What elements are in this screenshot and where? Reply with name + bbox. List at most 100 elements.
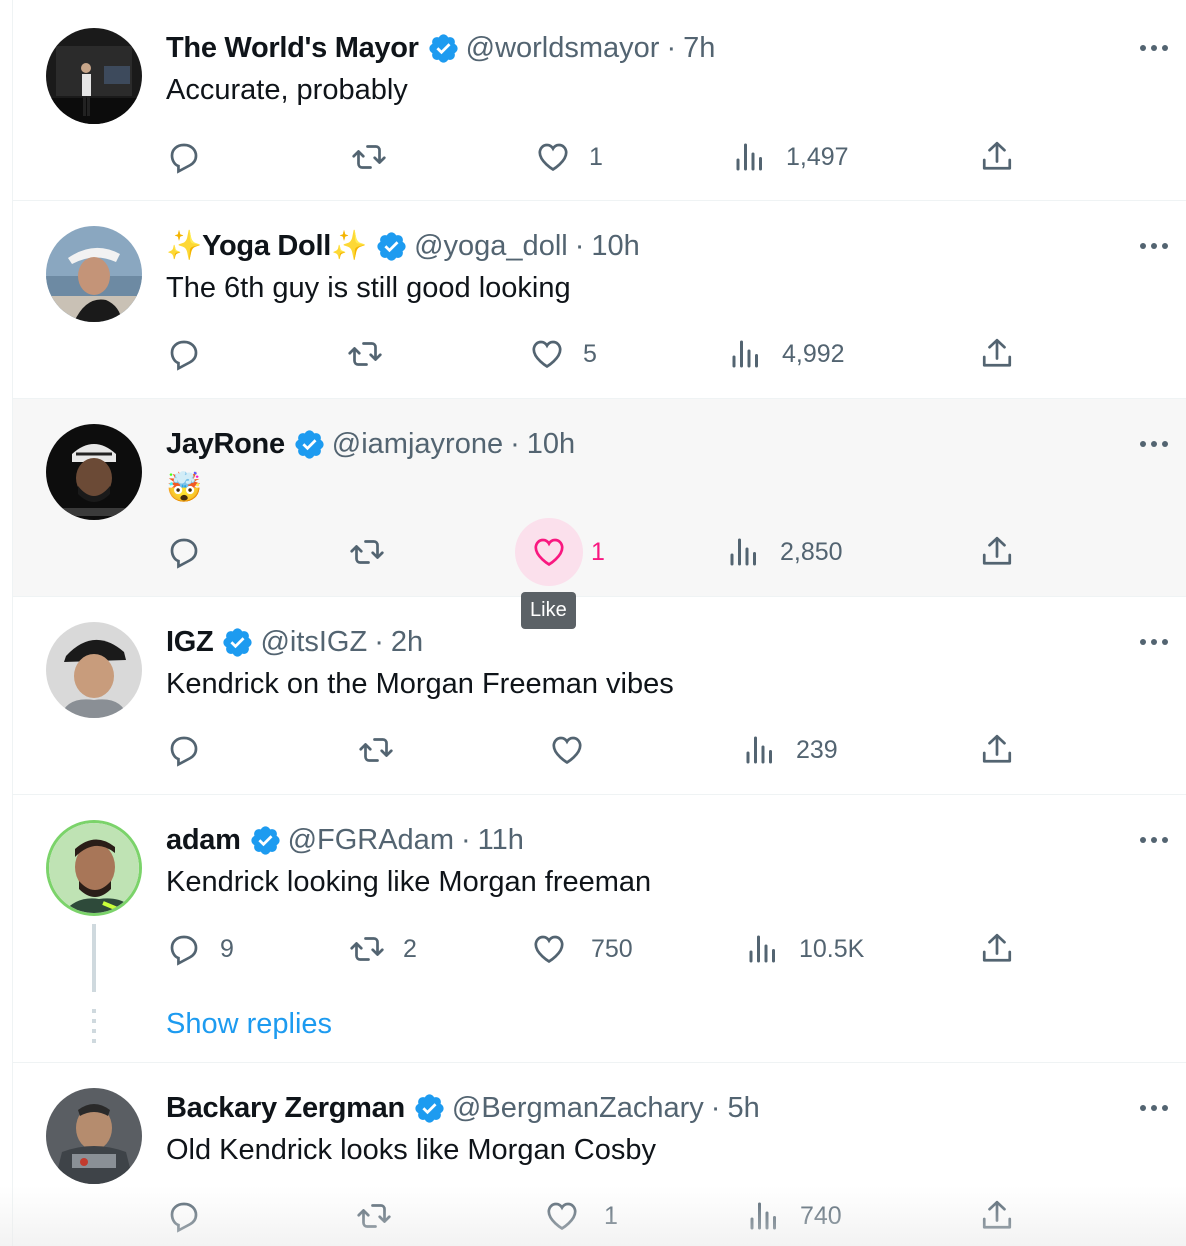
more-dots-icon[interactable] (1137, 229, 1171, 263)
timestamp[interactable]: 10h (527, 428, 575, 461)
thread-dots (92, 1009, 96, 1049)
retweet-button[interactable]: 2 (349, 929, 417, 969)
display-name[interactable]: Yoga Doll (202, 230, 331, 263)
views-button[interactable]: 2,850 (726, 532, 843, 572)
avatar[interactable] (46, 226, 142, 322)
like-count: 1 (604, 1201, 618, 1230)
separator-dot: · (374, 625, 384, 658)
retweet-icon (358, 732, 394, 768)
tweet[interactable]: IGZ @itsIGZ · 2h Kendrick on the Morgan … (13, 597, 1186, 795)
view-count: 740 (800, 1201, 842, 1230)
reply-icon (166, 139, 202, 175)
reply-icon (166, 931, 202, 967)
share-icon (979, 1198, 1015, 1234)
heart-icon (544, 1198, 580, 1234)
views-button[interactable]: 10.5K (745, 929, 864, 969)
share-icon (979, 732, 1015, 768)
heart-icon (529, 336, 565, 372)
share-button[interactable] (979, 1196, 1015, 1236)
tweet-text: Kendrick on the Morgan Freeman vibes (166, 668, 674, 700)
share-button[interactable] (979, 929, 1015, 969)
tweet[interactable]: JayRone @iamjayrone · 10h 🤯 1 2,850 (13, 399, 1186, 597)
timestamp[interactable]: 11h (478, 824, 524, 857)
display-name[interactable]: adam (166, 824, 241, 857)
user-handle[interactable]: @FGRAdam (288, 824, 454, 857)
more-dots-icon[interactable] (1137, 427, 1171, 461)
tweet[interactable]: adam @FGRAdam · 11h Kendrick looking lik… (13, 795, 1186, 1063)
retweet-icon (351, 139, 387, 175)
display-name[interactable]: JayRone (166, 428, 285, 461)
like-button[interactable]: 1 (544, 1196, 618, 1236)
verified-badge-icon (293, 428, 326, 461)
like-button[interactable]: 5 (529, 334, 597, 374)
separator-dot: · (460, 823, 471, 856)
more-dots-icon[interactable] (1137, 31, 1171, 65)
sparkle-emoji: ✨ (166, 230, 203, 262)
timestamp[interactable]: 10h (591, 230, 639, 263)
reply-button[interactable] (166, 1196, 220, 1236)
share-icon (979, 336, 1015, 372)
views-button[interactable]: 740 (746, 1196, 842, 1236)
display-name[interactable]: IGZ (166, 626, 214, 659)
retweet-button[interactable] (356, 1196, 410, 1236)
verified-badge-icon (221, 626, 254, 659)
retweet-button[interactable] (349, 532, 403, 572)
avatar[interactable] (46, 424, 142, 520)
avatar[interactable] (46, 1088, 142, 1184)
reply-button[interactable]: 9 (166, 929, 234, 969)
avatar[interactable] (46, 820, 142, 916)
user-handle[interactable]: @yoga_doll (414, 230, 568, 263)
reply-button[interactable] (166, 334, 220, 374)
tweet[interactable]: The World's Mayor @worldsmayor · 7h Accu… (13, 0, 1186, 201)
tweet[interactable]: Backary Zergman @BergmanZachary · 5h Old… (13, 1063, 1186, 1246)
like-count: 1 (589, 142, 603, 171)
more-dots-icon[interactable] (1137, 1091, 1171, 1125)
avatar[interactable] (46, 622, 142, 718)
reply-icon (166, 534, 202, 570)
like-tooltip: Like (521, 592, 576, 629)
avatar[interactable] (46, 28, 142, 124)
like-button[interactable]: 1 (535, 137, 603, 177)
more-dots-icon[interactable] (1137, 625, 1171, 659)
more-dots-icon[interactable] (1137, 823, 1171, 857)
share-button[interactable] (979, 532, 1015, 572)
retweet-icon (349, 931, 385, 967)
display-name[interactable]: Backary Zergman (166, 1092, 405, 1125)
timestamp[interactable]: 7h (683, 32, 715, 65)
tweet[interactable]: ✨ Yoga Doll ✨ @yoga_doll · 10h The 6th g… (13, 201, 1186, 399)
tweet-text: 🤯 (166, 472, 203, 504)
show-replies-link[interactable]: Show replies (166, 1008, 332, 1041)
views-button[interactable]: 4,992 (728, 334, 845, 374)
like-count: 5 (583, 339, 597, 368)
like-button[interactable]: 1 (531, 532, 605, 572)
tweet-text: Kendrick looking like Morgan freeman (166, 866, 652, 898)
user-handle[interactable]: @iamjayrone (332, 428, 503, 461)
timestamp[interactable]: 5h (727, 1092, 759, 1125)
views-button[interactable]: 239 (742, 730, 838, 770)
retweet-button[interactable] (347, 334, 401, 374)
retweet-button[interactable] (351, 137, 405, 177)
views-button[interactable]: 1,497 (732, 137, 849, 177)
view-count: 4,992 (782, 339, 845, 368)
user-handle[interactable]: @BergmanZachary (452, 1092, 704, 1125)
like-button[interactable]: 750 (531, 929, 633, 969)
tweet-text: Accurate, probably (166, 74, 408, 106)
share-button[interactable] (979, 730, 1015, 770)
user-handle[interactable]: @worldsmayor (466, 32, 660, 65)
user-handle[interactable]: @itsIGZ (260, 626, 367, 659)
display-name[interactable]: The World's Mayor (166, 32, 419, 65)
sparkle-emoji: ✨ (331, 230, 368, 262)
share-button[interactable] (979, 334, 1015, 374)
views-chart-icon (746, 1198, 782, 1234)
reply-button[interactable] (166, 532, 220, 572)
timestamp[interactable]: 2h (391, 626, 423, 659)
reply-button[interactable] (166, 730, 220, 770)
view-count: 1,497 (786, 142, 849, 171)
share-icon (979, 534, 1015, 570)
reply-button[interactable] (166, 137, 220, 177)
tweet-header: IGZ @itsIGZ · 2h (166, 622, 423, 662)
like-button[interactable] (549, 730, 603, 770)
share-button[interactable] (979, 137, 1015, 177)
tweet-header: JayRone @iamjayrone · 10h (166, 424, 575, 464)
retweet-button[interactable] (358, 730, 412, 770)
